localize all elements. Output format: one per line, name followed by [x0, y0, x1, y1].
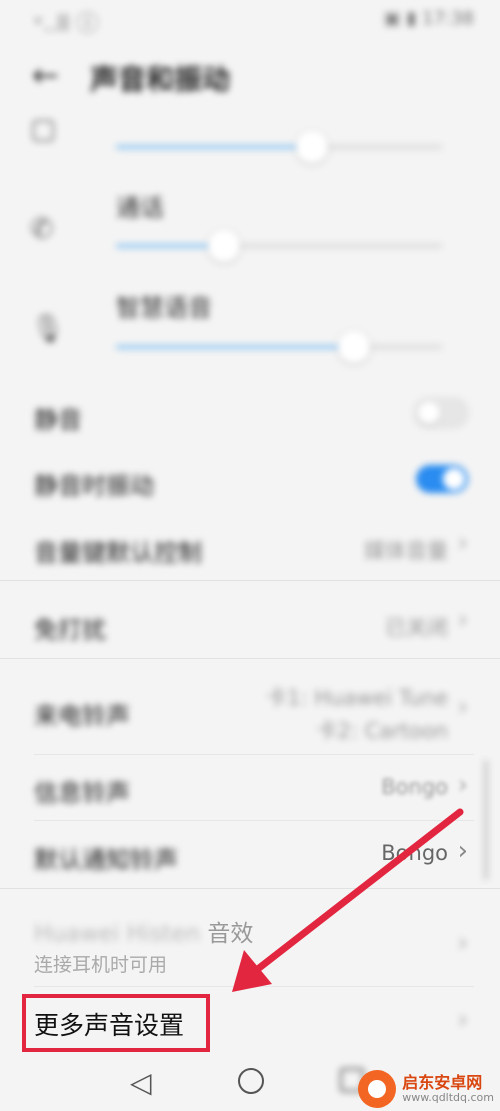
- nav-home-icon[interactable]: [238, 1068, 264, 1094]
- arrow-shaft: [246, 808, 464, 979]
- nav-back-icon[interactable]: ◁: [130, 1066, 152, 1099]
- watermark-logo-icon: [358, 1070, 397, 1108]
- watermark: 启东安卓网 www.qdltdq.com: [358, 1070, 494, 1108]
- watermark-name: 启东安卓网: [402, 1073, 483, 1093]
- watermark-url: www.qdltdq.com: [402, 1090, 494, 1104]
- watermark-text: 启东安卓网 www.qdltdq.com: [402, 1074, 494, 1104]
- arrow-head: [232, 950, 272, 992]
- annotation-arrow: [232, 808, 464, 992]
